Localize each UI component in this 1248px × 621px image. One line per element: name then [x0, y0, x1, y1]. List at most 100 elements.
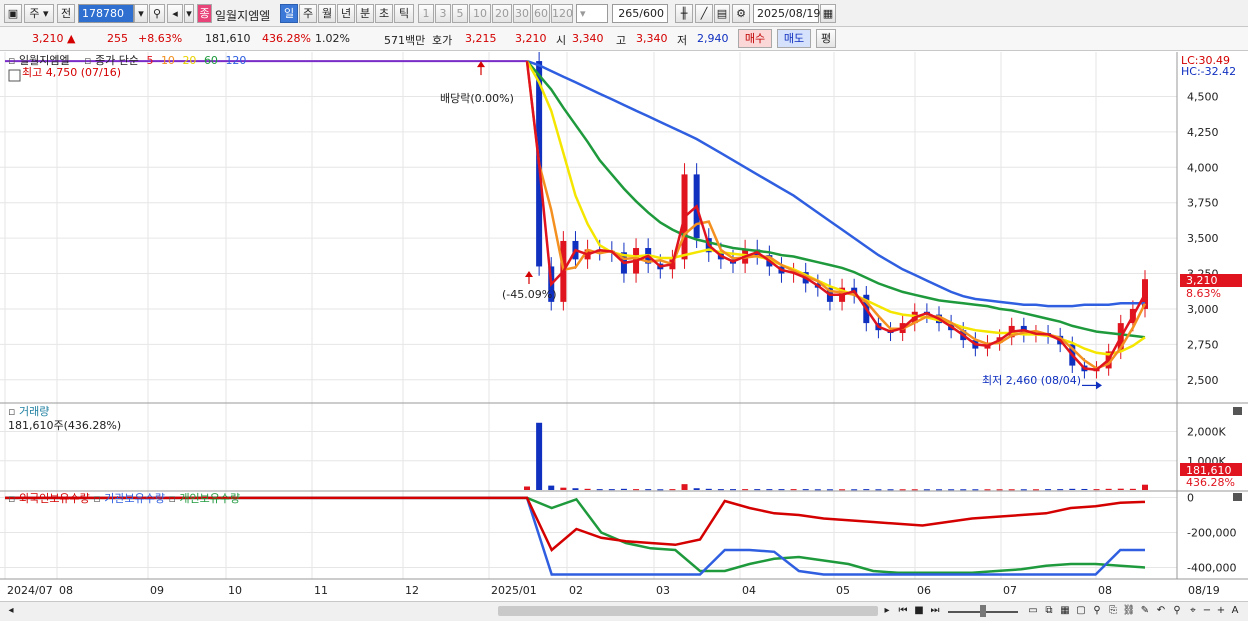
split-icon[interactable]: ⧉: [1042, 604, 1056, 618]
scroll-left-icon[interactable]: ◂: [4, 604, 18, 618]
holdings-tick-label: -200,000: [1187, 527, 1236, 540]
volume-bar: [960, 489, 967, 491]
speaker-dropdown-icon[interactable]: ▾: [184, 4, 194, 23]
gear-icon[interactable]: ⚙: [732, 4, 750, 23]
speaker-icon[interactable]: ◂: [167, 4, 183, 23]
layout-icon[interactable]: ▭: [1026, 604, 1040, 618]
scroll-thumb[interactable]: [498, 606, 878, 616]
volume-bar: [572, 488, 579, 490]
zoom-in-icon[interactable]: +: [1214, 604, 1228, 618]
zoom-search-icon[interactable]: ⚲: [1170, 604, 1184, 618]
date-input[interactable]: 2025/08/19: [753, 4, 820, 23]
window-icon[interactable]: ▢: [1074, 604, 1088, 618]
zoom-out-icon[interactable]: −: [1200, 604, 1214, 618]
horizontal-scrollbar[interactable]: ◂ ▸ ⏮ ■ ⏭ ▭ ⧉ ▦ ▢ ⚲ ⎘ ⛓ ✎ ↶ ⚲ ⌖ − + A: [0, 601, 1248, 621]
volume-bar: [826, 489, 833, 491]
high-value: 3,340: [636, 32, 668, 45]
scroll-right-icon[interactable]: ▸: [880, 604, 894, 618]
volume-bar: [1069, 488, 1076, 490]
stock-tag-badge: 종: [197, 4, 212, 23]
calendar-icon[interactable]: ▦: [820, 4, 836, 23]
search-chart-icon[interactable]: ⚲: [1090, 604, 1104, 618]
x-tick-label: 03: [656, 584, 670, 597]
panel-settings-icon[interactable]: [8, 69, 21, 82]
minute-10-button[interactable]: 10: [469, 4, 491, 23]
period-minute-tab[interactable]: 분: [356, 4, 374, 23]
market-select[interactable]: 주 ▾: [24, 4, 54, 23]
x-tick-label: 08: [59, 584, 73, 597]
chart-type-icon[interactable]: ╫: [675, 4, 693, 23]
period-day-tab[interactable]: 일: [280, 4, 298, 23]
grid-icon[interactable]: ▦: [1058, 604, 1072, 618]
x-tick-label: 07: [1003, 584, 1017, 597]
buy-button[interactable]: 매수: [738, 29, 772, 48]
current-pct-label: 8.63%: [1186, 287, 1221, 300]
holdings-legend: ▫ 외국인보유수량 ▫ 기관보유수량 ▫ 개인보유수량: [8, 492, 240, 505]
volume-bar: [681, 484, 688, 490]
volume-bar: [911, 489, 918, 491]
volume-pct: 436.28%: [262, 32, 311, 45]
volume-bar: [754, 489, 761, 491]
search-icon[interactable]: ⚲: [149, 4, 165, 23]
code-dropdown-icon[interactable]: ▾: [134, 4, 148, 23]
volume-bar: [608, 489, 615, 491]
prev-button[interactable]: 전: [57, 4, 75, 23]
period-week-tab[interactable]: 주: [299, 4, 317, 23]
count-value: 265: [618, 7, 640, 20]
minute-120-button[interactable]: 120: [551, 4, 573, 23]
minute-3-button[interactable]: 3: [435, 4, 451, 23]
draw-line-icon[interactable]: ╱: [695, 4, 713, 23]
minute-1-button[interactable]: 1: [418, 4, 434, 23]
sell-button[interactable]: 매도: [777, 29, 811, 48]
copy-icon[interactable]: ⎘: [1106, 604, 1120, 618]
period-month-tab[interactable]: 월: [318, 4, 336, 23]
save-icon[interactable]: ▤: [714, 4, 730, 23]
turnover-rate: 1.02%: [315, 32, 350, 45]
volume-bar: [1057, 489, 1064, 491]
link-icon[interactable]: ⛓: [1122, 604, 1136, 618]
current-price: 3,210 ▲: [32, 32, 76, 45]
volume-bar: [596, 489, 603, 491]
minute-5-button[interactable]: 5: [452, 4, 468, 23]
volume-bar: [717, 489, 724, 491]
price-tick-label: 4,250: [1187, 126, 1219, 139]
low-note: 최저 2,460 (08/04): [982, 374, 1081, 387]
stock-chart[interactable]: 2024/07 08 09 10 11 12 2025/01 02 03 04 05 06 07 08 08…: [0, 52, 1248, 601]
volume-panel-title: ▫ 거래량: [8, 405, 49, 418]
price-tick-label: 2,500: [1187, 374, 1219, 387]
holdings-panel-close-icon[interactable]: [1233, 493, 1242, 501]
stock-code-input[interactable]: 178780: [78, 4, 134, 23]
volume-bar: [936, 489, 942, 491]
price-panel-title: ▫ 일월지엠엘: [8, 53, 70, 67]
custom-period-select[interactable]: ▾: [576, 4, 608, 23]
x-tick-label: 08: [1098, 584, 1112, 597]
volume-bar: [1142, 484, 1148, 490]
font-size-icon[interactable]: A: [1228, 604, 1242, 618]
volume-bar: [560, 487, 567, 490]
volume-bar: [1008, 489, 1015, 491]
edit-icon[interactable]: ✎: [1138, 604, 1152, 618]
zoom-slider-handle[interactable]: [980, 605, 986, 617]
minute-20-button[interactable]: 20: [492, 4, 512, 23]
period-tick-tab[interactable]: 틱: [394, 4, 414, 23]
eval-button[interactable]: 평: [816, 29, 836, 48]
price-tick-label: 3,750: [1187, 197, 1219, 210]
price-tick-label: 3,500: [1187, 232, 1219, 245]
volume-panel-close-icon[interactable]: [1233, 407, 1242, 415]
period-year-tab[interactable]: 년: [337, 4, 355, 23]
volume-bar: [1081, 488, 1088, 490]
minute-30-button[interactable]: 30: [513, 4, 531, 23]
volume-bar: [790, 489, 797, 491]
period-second-tab[interactable]: 초: [375, 4, 393, 23]
minute-60-button[interactable]: 60: [532, 4, 550, 23]
data-count-input[interactable]: 265/600: [612, 4, 668, 23]
stop-icon[interactable]: ■: [912, 604, 926, 618]
rewind-icon[interactable]: ⏮: [896, 604, 910, 618]
price-change: 255: [107, 32, 128, 45]
forward-icon[interactable]: ⏭: [928, 604, 942, 618]
window-menu-icon[interactable]: ▣: [4, 4, 22, 23]
x-tick-label: 2024/07: [7, 584, 53, 597]
pin-icon[interactable]: ⌖: [1186, 604, 1200, 618]
undo-icon[interactable]: ↶: [1154, 604, 1168, 618]
hc-label: HC:-32.42: [1181, 65, 1236, 78]
